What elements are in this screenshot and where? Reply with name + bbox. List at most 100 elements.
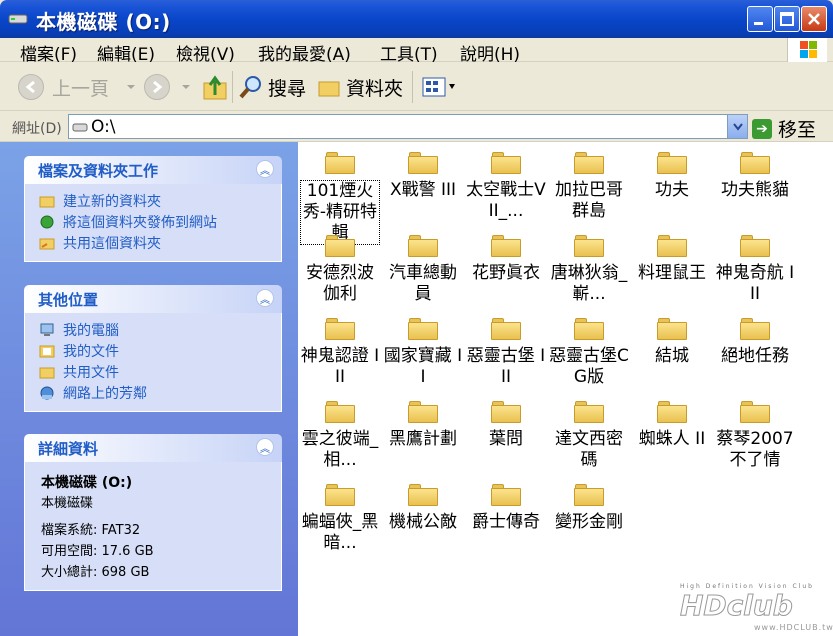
folder-label: 機械公敵 [389,512,457,532]
place-my-computer[interactable]: 我的電腦 [39,319,281,340]
folder-item[interactable]: 蜘蛛人 II [632,399,712,450]
views-button[interactable] [422,71,462,103]
panel-title: 其他位置 [38,291,99,309]
menu-tools[interactable]: 工具(T) [380,40,438,65]
folder-icon [574,482,604,506]
folder-item[interactable]: 花野眞衣 [466,233,546,284]
place-label: 我的電腦 [63,322,119,339]
folder-item[interactable]: 功夫 [632,150,712,201]
folder-icon [574,316,604,340]
detail-total-size: 大小總計: 698 GB [41,565,150,580]
detail-free-space: 可用空間: 17.6 GB [41,544,154,559]
toolbar-separator [412,71,413,103]
place-shared-documents[interactable]: 共用文件 [39,361,281,382]
task-pane: 檔案及資料夾工作 ︽ 建立新的資料夾 將這個資料夾發佈到網站 共用這個資料夾 其… [0,142,298,636]
address-input[interactable]: O:\ [68,114,748,139]
other-places-header[interactable]: 其他位置 ︽ [24,285,282,313]
folder-label: 汽車總動員 [389,263,457,304]
folder-label: 蝙蝠俠_黑暗... [301,512,379,553]
folder-item[interactable]: 雲之彼端_相... [300,399,380,471]
folder-icon [325,399,355,423]
folder-item[interactable]: 變形金剛 [549,482,629,533]
minimize-button[interactable] [747,6,773,32]
folder-item[interactable]: 加拉巴哥群島 [549,150,629,222]
go-label: 移至 [778,119,817,141]
folder-item[interactable]: 安德烈波伽利 [300,233,380,305]
address-dropdown-button[interactable] [727,115,747,138]
details-header[interactable]: 詳細資料 ︽ [24,434,282,462]
folder-label: 功夫熊貓 [721,180,789,200]
folder-item[interactable]: 絕地任務 [715,316,795,367]
back-button[interactable]: 上一頁 [18,71,139,103]
task-new-folder[interactable]: 建立新的資料夾 [39,190,281,211]
folder-label: 安德烈波伽利 [306,263,374,304]
back-arrow-icon [18,74,44,100]
folder-item[interactable]: 爵士傳奇 [466,482,546,533]
folder-label: 結城 [655,346,689,366]
close-icon [808,13,820,25]
folder-item[interactable]: 機械公敵 [383,482,463,533]
folder-item[interactable]: 葉問 [466,399,546,450]
folder-item[interactable]: 黑鷹計劃 [383,399,463,450]
shared-documents-icon [39,367,55,378]
folder-item[interactable]: 汽車總動員 [383,233,463,305]
watermark-logo: HDclub [680,589,794,623]
folder-label: 惡靈古堡 III [466,346,546,387]
folder-icon [408,482,438,506]
collapse-chevron-icon[interactable]: ︽ [256,160,274,178]
minimize-icon [754,22,763,25]
title-bar[interactable]: 本機磁碟 (O:) [0,0,833,38]
toolbar: 上一頁 搜尋 資料夾 [0,63,833,111]
folder-item[interactable]: 蔡琴2007不了情 [715,399,795,471]
folder-item[interactable]: 神鬼認證 III [300,316,380,388]
menu-favorites[interactable]: 我的最愛(A) [258,40,351,65]
go-button[interactable]: ➔ 移至 [752,115,816,142]
address-bar: 網址(D) O:\ ➔ 移至 [0,112,833,142]
menu-file[interactable]: 檔案(F) [20,40,77,65]
share-folder-icon [39,238,55,249]
folder-item[interactable]: 101煙火秀-精研特輯 [300,150,380,245]
menu-edit[interactable]: 編輯(E) [97,40,155,65]
folder-item[interactable]: 料理鼠王 [632,233,712,284]
folder-item[interactable]: 惡靈古堡 III [466,316,546,388]
address-value: O:\ [91,117,116,137]
go-arrow-icon: ➔ [752,118,772,139]
details-panel: 詳細資料 ︽ 本機磁碟 (O:) 本機磁碟 檔案系統: FAT32 可用空間: … [24,434,282,591]
close-button[interactable] [801,6,827,32]
menu-view[interactable]: 檢視(V) [176,40,235,65]
drive-icon [8,14,28,24]
maximize-button[interactable] [774,6,800,32]
collapse-chevron-icon[interactable]: ︽ [256,438,274,456]
folder-item[interactable]: 惡靈古堡CG版 [549,316,629,388]
folder-item[interactable]: 唐琳狄翁_嶄... [549,233,629,305]
detail-type: 本機磁碟 [41,496,94,511]
folder-view[interactable]: 101煙火秀-精研特輯 X戰警 III 太空戰士VII_... 加拉巴哥群島 功夫 功夫熊… [298,142,833,636]
place-my-documents[interactable]: 我的文件 [39,340,281,361]
search-button[interactable]: 搜尋 [238,71,306,103]
folder-label: 神鬼認證 III [300,346,380,387]
place-network[interactable]: 網路上的芳鄰 [39,382,281,403]
folder-item[interactable]: 達文西密碼 [549,399,629,471]
folder-icon [491,150,521,174]
folder-item[interactable]: 神鬼奇航 III [715,233,795,305]
file-tasks-header[interactable]: 檔案及資料夾工作 ︽ [24,156,282,184]
task-publish-web[interactable]: 將這個資料夾發佈到網站 [39,211,281,232]
folder-icon [740,233,770,257]
folder-item[interactable]: 蝙蝠俠_黑暗... [300,482,380,554]
folder-item[interactable]: 功夫熊貓 [715,150,795,201]
collapse-chevron-icon[interactable]: ︽ [256,289,274,307]
up-button[interactable] [202,71,228,103]
menu-help[interactable]: 說明(H) [460,40,520,65]
folder-item[interactable]: 結城 [632,316,712,367]
search-icon [239,76,261,99]
folder-label: 惡靈古堡CG版 [549,346,629,387]
folders-button[interactable]: 資料夾 [318,71,403,103]
forward-button[interactable] [144,71,194,103]
folder-item[interactable]: X戰警 III [383,150,463,201]
folder-item[interactable]: 太空戰士VII_... [466,150,546,222]
place-label: 共用文件 [63,364,119,381]
task-share-folder[interactable]: 共用這個資料夾 [39,232,281,253]
folder-item[interactable]: 國家寶藏 II [383,316,463,388]
up-folder-icon [203,75,227,100]
explorer-window: 本機磁碟 (O:) 檔案(F) 編輯(E) 檢視(V) 我的最愛(A) 工具(T… [0,0,833,636]
